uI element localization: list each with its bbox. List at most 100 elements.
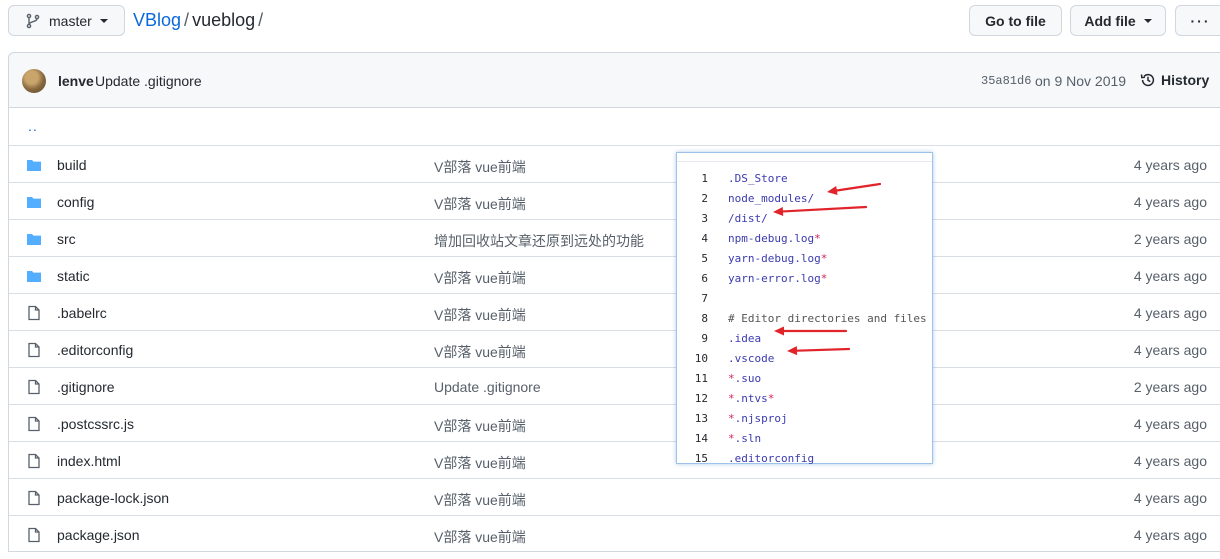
parent-directory-link[interactable]: .. [28,118,38,134]
file-row[interactable]: index.html V部落 vue前端 4 years ago [9,441,1220,478]
code-content: .editorconfig [728,452,814,465]
wildcard-star: * [728,432,735,445]
file-age: 2 years ago [1133,379,1207,395]
code-line: 15 .editorconfig [677,449,932,469]
file-row[interactable]: static V部落 vue前端 4 years ago [9,256,1220,293]
file-commit-message-link[interactable]: Update .gitignore [434,379,541,395]
file-row[interactable]: .postcssrc.js V部落 vue前端 4 years ago [9,404,1220,441]
code-text: .DS_Store [728,172,788,185]
breadcrumb-owner-link[interactable]: VBlog [133,10,181,30]
folder-icon [26,157,42,173]
file-age: 4 years ago [1133,342,1207,358]
history-link[interactable]: History [1140,72,1209,88]
go-to-file-button[interactable]: Go to file [969,5,1062,36]
file-name-link[interactable]: src [57,231,76,247]
code-line: 3/dist/ [677,209,932,229]
code-line: 1 .DS_Store [677,169,932,189]
file-name-link[interactable]: index.html [57,453,121,469]
file-icon [26,342,42,358]
code-lines: 1 .DS_Store 2 node_modules/3/dist/4 npm-debu… [677,161,932,465]
line-number: 10 [694,352,708,365]
file-commit-message-link[interactable]: V部落 vue前端 [434,194,526,214]
file-commit-message-link[interactable]: V部落 vue前端 [434,305,526,325]
file-icon [26,416,42,432]
file-row[interactable]: .gitignore Update .gitignore 2 years ago [9,367,1220,404]
file-commit-message-link[interactable]: V部落 vue前端 [434,268,526,288]
file-commit-message-link[interactable]: V部落 vue前端 [434,453,526,473]
code-content: # Editor directories and files [728,312,927,325]
file-commit-message-link[interactable]: 增加回收站文章还原到远处的功能 [434,231,644,251]
line-number: 2 [701,192,708,205]
wildcard-star: * [728,372,735,385]
file-name-link[interactable]: config [57,194,94,210]
file-name-link[interactable]: package.json [57,527,140,543]
more-options-button[interactable]: ··· [1175,5,1220,36]
go-to-file-label: Go to file [985,12,1046,29]
file-list: .. build V部落 vue前端 4 years ago config V部落 vu… [8,107,1220,552]
breadcrumb-separator: / [184,10,190,30]
line-number: 3 [701,212,708,225]
file-row[interactable]: package.json V部落 vue前端 4 years ago [9,515,1220,552]
line-number: 1 [701,172,708,185]
commit-hash[interactable]: 35a81d6 [981,74,1031,88]
add-file-label: Add file [1084,12,1136,29]
file-row[interactable]: package-lock.json V部落 vue前端 4 years ago [9,478,1220,515]
wildcard-star: * [728,392,735,405]
avatar[interactable] [22,69,46,93]
file-name-link[interactable]: .postcssrc.js [57,416,134,432]
code-text: yarn-error.log [728,272,821,285]
chevron-down-icon [1143,18,1152,23]
branch-name: master [49,12,92,29]
code-text: .suo [734,372,762,385]
file-commit-message-link[interactable]: V部落 vue前端 [434,527,526,547]
kebab-horizontal-icon: ··· [1190,12,1211,29]
file-name-link[interactable]: package-lock.json [57,490,169,506]
line-number: 5 [701,252,708,265]
file-name-link[interactable]: .editorconfig [57,342,133,358]
code-content: npm-debug.log* [728,232,821,245]
line-number: 9 [701,332,708,345]
code-content: *.sln [728,432,761,445]
file-commit-message-link[interactable]: V部落 vue前端 [434,342,526,362]
commit-message[interactable]: Update .gitignore [95,73,202,89]
line-number: 15 [694,452,708,465]
code-text: .njsproj [734,412,788,425]
file-commit-message-link[interactable]: V部落 vue前端 [434,416,526,436]
code-line: 13 *.njsproj [677,409,932,429]
history-icon [1140,73,1155,87]
file-row[interactable]: .babelrc V部落 vue前端 4 years ago [9,293,1220,330]
line-number: 4 [701,232,708,245]
code-content: /dist/ [728,212,768,225]
code-line: 7 [677,289,932,309]
parent-directory-row[interactable]: .. [9,108,1220,145]
file-row[interactable]: .editorconfig V部落 vue前端 4 years ago [9,330,1220,367]
code-line: 10 .vscode [677,349,932,369]
code-content: .idea [728,332,761,345]
breadcrumb-repo[interactable]: vueblog [192,10,255,30]
file-row[interactable]: build V部落 vue前端 4 years ago [9,145,1220,182]
code-content: .DS_Store [728,172,788,185]
file-commit-message-link[interactable]: V部落 vue前端 [434,157,526,177]
gitignore-snippet-overlay: 1 .DS_Store 2 node_modules/3/dist/4 npm-debu… [676,152,933,465]
wildcard-star: * [820,252,828,265]
file-name-link[interactable]: build [57,157,87,173]
file-row[interactable]: config V部落 vue前端 4 years ago [9,182,1220,219]
file-icon [26,305,42,321]
code-text: .idea [728,332,762,345]
commit-author[interactable]: lenve [58,73,94,89]
file-age: 4 years ago [1133,268,1207,284]
line-number: 11 [694,372,708,385]
branch-select-button[interactable]: master [8,5,125,36]
code-line: 12 *.ntvs* [677,389,932,409]
file-row[interactable]: src 增加回收站文章还原到远处的功能 2 years ago [9,219,1220,256]
add-file-button[interactable]: Add file [1070,5,1166,36]
file-icon [26,453,42,469]
file-commit-message-link[interactable]: V部落 vue前端 [434,490,526,510]
line-number: 6 [701,272,708,285]
code-content: node_modules/ [728,192,814,205]
file-name-link[interactable]: static [57,268,90,284]
file-name-link[interactable]: .babelrc [57,305,107,321]
folder-icon [26,194,42,210]
line-number: 8 [701,312,708,325]
file-name-link[interactable]: .gitignore [57,379,115,395]
